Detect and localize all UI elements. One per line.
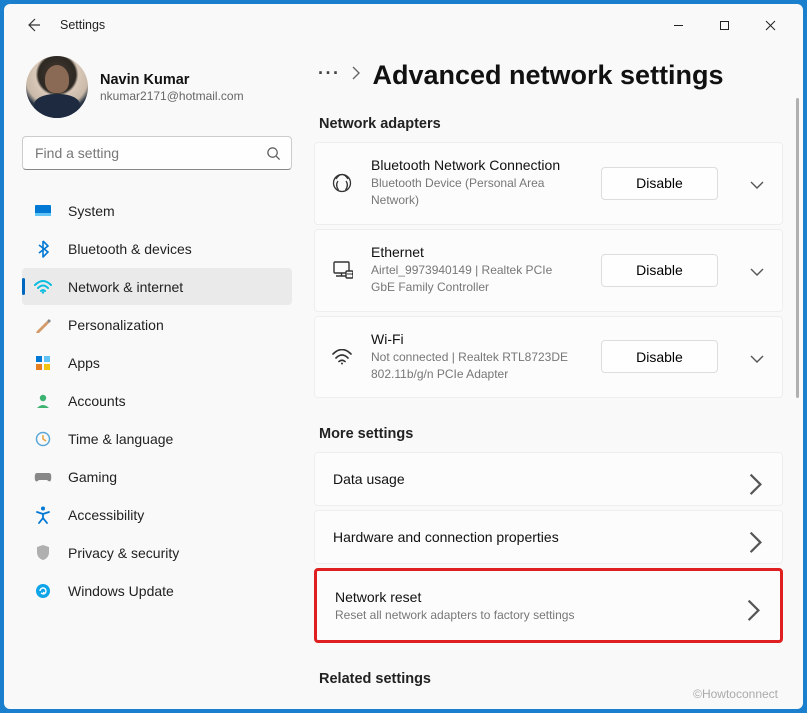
sidebar-item-accounts[interactable]: Accounts (22, 382, 292, 419)
sidebar-item-network[interactable]: Network & internet (22, 268, 292, 305)
accounts-icon (34, 392, 52, 410)
window-title: Settings (60, 18, 105, 32)
search-box[interactable] (22, 136, 292, 170)
adapter-row-wifi: Wi-Fi Not connected | Realtek RTL8723DE … (314, 316, 783, 399)
nav-label: Personalization (68, 317, 164, 333)
profile-name: Navin Kumar (100, 72, 244, 88)
sidebar-item-gaming[interactable]: Gaming (22, 458, 292, 495)
minimize-button[interactable] (655, 9, 701, 41)
adapter-subtitle: Airtel_9973940149 | Realtek PCIe GbE Fam… (371, 262, 575, 297)
sidebar-item-bluetooth[interactable]: Bluetooth & devices (22, 230, 292, 267)
bluetooth-icon (34, 240, 52, 258)
avatar (26, 56, 88, 118)
nav-label: Accessibility (68, 507, 144, 523)
nav-label: Gaming (68, 469, 117, 485)
adapter-info: Bluetooth Network Connection Bluetooth D… (371, 157, 583, 210)
sidebar-item-accessibility[interactable]: Accessibility (22, 496, 292, 533)
nav-label: Bluetooth & devices (68, 241, 192, 257)
more-info: Network reset Reset all network adapters… (335, 589, 729, 622)
apps-icon (34, 354, 52, 372)
scrollbar[interactable] (796, 98, 799, 709)
profile-email: nkumar2171@hotmail.com (100, 89, 244, 103)
privacy-icon (34, 544, 52, 562)
section-more-head: More settings (319, 426, 783, 442)
adapter-subtitle: Bluetooth Device (Personal Area Network) (371, 175, 575, 210)
nav-list: System Bluetooth & devices Network & int… (22, 192, 292, 609)
disable-button[interactable]: Disable (601, 167, 718, 200)
chevron-right-icon (749, 531, 762, 544)
page-title: Advanced network settings (372, 60, 723, 91)
section-related-head: Related settings (319, 671, 783, 687)
close-button[interactable] (747, 9, 793, 41)
adapter-info: Ethernet Airtel_9973940149 | Realtek PCI… (371, 244, 583, 297)
adapter-title: Wi-Fi (371, 331, 575, 347)
adapter-title: Bluetooth Network Connection (371, 157, 575, 173)
chevron-right-icon (747, 599, 760, 612)
sidebar-item-privacy[interactable]: Privacy & security (22, 534, 292, 571)
disable-button[interactable]: Disable (601, 254, 718, 287)
content: Navin Kumar nkumar2171@hotmail.com Syste… (4, 46, 803, 709)
nav-label: Windows Update (68, 583, 174, 599)
maximize-button[interactable] (701, 9, 747, 41)
breadcrumb-overflow-button[interactable]: ··· (318, 73, 340, 79)
more-title: Data usage (333, 471, 731, 487)
bluetooth-adapter-icon (331, 172, 353, 194)
sidebar-item-time[interactable]: Time & language (22, 420, 292, 457)
personalization-icon (34, 316, 52, 334)
nav-label: System (68, 203, 115, 219)
more-info: Data usage (333, 471, 731, 487)
wifi-adapter-icon (331, 346, 353, 368)
breadcrumb: ··· Advanced network settings (314, 60, 783, 91)
ethernet-adapter-icon (331, 259, 353, 281)
more-item-data-usage[interactable]: Data usage (314, 452, 783, 506)
nav-label: Apps (68, 355, 100, 371)
more-subtitle: Reset all network adapters to factory se… (335, 608, 729, 622)
chevron-right-icon (352, 66, 360, 85)
section-adapters-head: Network adapters (319, 116, 783, 132)
chevron-right-icon (749, 473, 762, 486)
update-icon (34, 582, 52, 600)
settings-window: Settings Navin Kumar nkumar2171@hotmail.… (4, 4, 803, 709)
network-icon (34, 278, 52, 296)
watermark: ©Howtoconnect (693, 687, 778, 701)
more-item-hardware-properties[interactable]: Hardware and connection properties (314, 510, 783, 564)
titlebar: Settings (4, 4, 803, 46)
profile-block[interactable]: Navin Kumar nkumar2171@hotmail.com (22, 56, 292, 118)
system-icon (34, 202, 52, 220)
window-controls (655, 9, 793, 41)
more-item-network-reset[interactable]: Network reset Reset all network adapters… (314, 568, 783, 643)
search-icon (266, 146, 281, 161)
back-button[interactable] (24, 16, 42, 34)
sidebar-item-apps[interactable]: Apps (22, 344, 292, 381)
nav-label: Privacy & security (68, 545, 179, 561)
accessibility-icon (34, 506, 52, 524)
adapter-info: Wi-Fi Not connected | Realtek RTL8723DE … (371, 331, 583, 384)
sidebar-item-system[interactable]: System (22, 192, 292, 229)
more-title: Hardware and connection properties (333, 529, 731, 545)
adapter-row-bluetooth: Bluetooth Network Connection Bluetooth D… (314, 142, 783, 225)
sidebar-item-personalization[interactable]: Personalization (22, 306, 292, 343)
adapter-row-ethernet: Ethernet Airtel_9973940149 | Realtek PCI… (314, 229, 783, 312)
adapter-title: Ethernet (371, 244, 575, 260)
sidebar-item-update[interactable]: Windows Update (22, 572, 292, 609)
main-panel: ··· Advanced network settings Network ad… (304, 46, 803, 709)
disable-button[interactable]: Disable (601, 340, 718, 373)
nav-label: Network & internet (68, 279, 183, 295)
more-info: Hardware and connection properties (333, 529, 731, 545)
chevron-down-icon[interactable] (750, 350, 764, 364)
search-input[interactable] (35, 145, 266, 161)
profile-text: Navin Kumar nkumar2171@hotmail.com (100, 72, 244, 103)
nav-label: Time & language (68, 431, 173, 447)
chevron-down-icon[interactable] (750, 176, 764, 190)
nav-label: Accounts (68, 393, 126, 409)
sidebar: Navin Kumar nkumar2171@hotmail.com Syste… (4, 46, 304, 709)
chevron-down-icon[interactable] (750, 263, 764, 277)
more-title: Network reset (335, 589, 729, 605)
gaming-icon (34, 468, 52, 486)
time-icon (34, 430, 52, 448)
adapter-subtitle: Not connected | Realtek RTL8723DE 802.11… (371, 349, 575, 384)
